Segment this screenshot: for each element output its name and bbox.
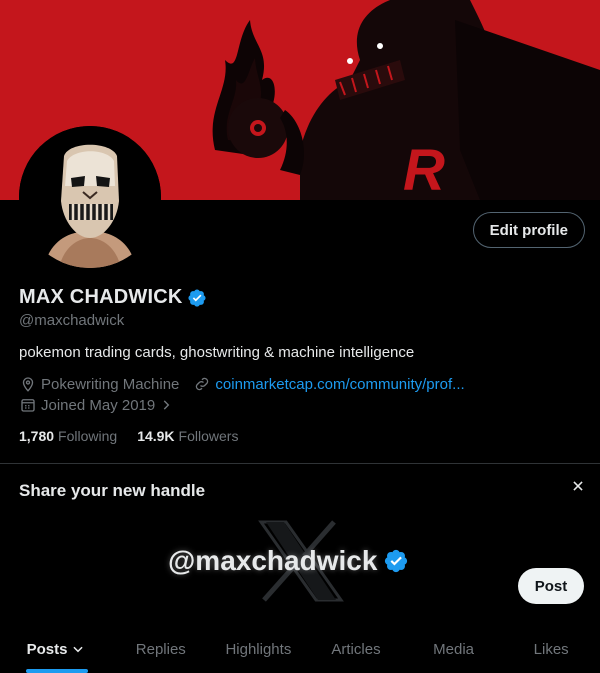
following-stat[interactable]: 1,780 Following — [19, 428, 117, 444]
following-count: 1,780 — [19, 428, 55, 444]
profile-name-row: MAX CHADWICK — [19, 286, 207, 309]
chevron-down-icon — [71, 642, 85, 656]
avatar-illustration — [19, 126, 161, 268]
tab-label: Highlights — [225, 640, 292, 658]
followers-label: Followers — [178, 428, 239, 444]
tab-posts[interactable]: Posts — [0, 625, 112, 673]
profile-website-link[interactable]: coinmarketcap.com/community/prof... — [215, 376, 464, 393]
followers-stat[interactable]: 14.9K Followers — [137, 428, 238, 444]
profile-joined[interactable]: Joined May 2019 — [41, 397, 155, 414]
profile-meta-row: Pokewriting Machine coinmarketcap.com/co… — [19, 375, 465, 393]
tab-likes[interactable]: Likes — [502, 625, 600, 673]
section-divider — [0, 463, 600, 464]
share-handle-title: Share your new handle — [19, 481, 206, 500]
tab-label: Articles — [331, 640, 381, 658]
tab-replies[interactable]: Replies — [112, 625, 210, 673]
svg-text:R: R — [403, 138, 445, 200]
profile-handle: @maxchadwick — [19, 312, 125, 329]
profile-avatar[interactable] — [19, 126, 161, 268]
verified-badge-icon[interactable] — [187, 288, 207, 308]
followers-count: 14.9K — [137, 428, 175, 444]
profile-tabs: Posts Replies Highlights Articles Media … — [0, 625, 600, 673]
following-label: Following — [58, 428, 118, 444]
edit-profile-button[interactable]: Edit profile — [472, 212, 585, 248]
tab-label: Media — [433, 640, 474, 658]
profile-location: Pokewriting Machine — [41, 375, 180, 393]
post-button[interactable]: Post — [518, 568, 584, 604]
tab-highlights[interactable]: Highlights — [210, 625, 308, 673]
tab-label: Posts — [26, 640, 68, 658]
close-icon[interactable] — [568, 476, 588, 496]
follow-stats: 1,780 Following 14.9K Followers — [19, 428, 238, 444]
location-icon — [19, 375, 37, 393]
tab-label: Replies — [135, 640, 186, 658]
tab-articles[interactable]: Articles — [307, 625, 405, 673]
calendar-icon — [19, 396, 37, 414]
chevron-right-icon[interactable] — [159, 398, 173, 412]
tab-media[interactable]: Media — [405, 625, 503, 673]
link-icon — [193, 375, 211, 393]
share-handle-text: @maxchadwick — [168, 545, 378, 576]
verified-badge-icon — [383, 548, 409, 574]
active-tab-indicator — [26, 669, 88, 673]
profile-joined-row: Joined May 2019 — [19, 396, 173, 414]
profile-name: MAX CHADWICK — [19, 286, 183, 308]
share-handle-row: @maxchadwick — [168, 545, 409, 577]
tab-label: Likes — [533, 640, 569, 658]
profile-bio: pokemon trading cards, ghostwriting & ma… — [19, 344, 415, 361]
